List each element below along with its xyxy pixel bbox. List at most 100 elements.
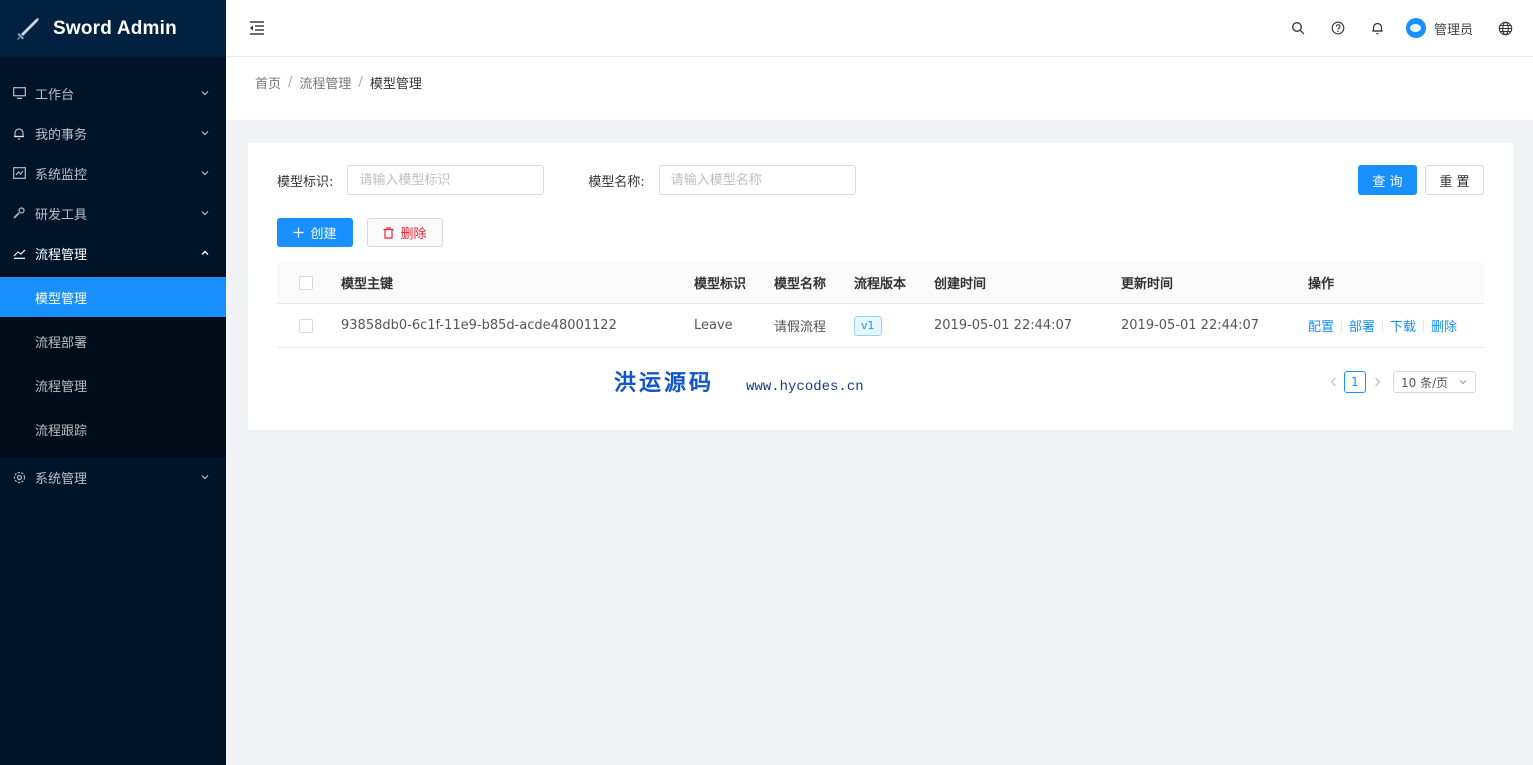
breadcrumb-process-management[interactable]: 流程管理 xyxy=(299,73,351,92)
sidebar-item-my-affairs[interactable]: 我的事务 xyxy=(0,113,226,153)
column-header: 更新时间 xyxy=(1121,277,1174,292)
config-link[interactable]: 配置 xyxy=(1308,316,1334,335)
logo[interactable]: Sword Admin xyxy=(0,0,226,57)
breadcrumb-separator: / xyxy=(288,75,293,90)
sidebar-menu: 工作台 我的事务 系统监控 研发工具 流程管理 模型管理 流程部署 流程管理 流… xyxy=(0,57,226,497)
column-header: 模型主键 xyxy=(341,277,394,292)
sidebar-item-label: 研发工具 xyxy=(35,207,88,223)
breadcrumb-home[interactable]: 首页 xyxy=(255,73,281,92)
page-size-value: 10 条/页 xyxy=(1401,375,1449,390)
column-header: 模型名称 xyxy=(774,277,827,292)
sidebar-item-label: 系统管理 xyxy=(35,471,88,487)
globe-icon[interactable] xyxy=(1485,0,1525,56)
page-size-select[interactable]: 10 条/页 xyxy=(1393,371,1476,393)
sword-logo-icon xyxy=(17,17,39,40)
query-button[interactable]: 查 询 xyxy=(1358,165,1417,195)
submenu-item-process-manage[interactable]: 流程管理 xyxy=(0,365,226,405)
reset-button[interactable]: 重 置 xyxy=(1425,165,1484,195)
question-icon[interactable] xyxy=(1318,0,1358,56)
header-actions: 管理员 xyxy=(1278,0,1533,56)
delete-link[interactable]: 删除 xyxy=(1431,316,1457,335)
line-chart-icon xyxy=(12,246,26,260)
create-button-label: 创建 xyxy=(310,227,337,242)
cell-model-name: 请假流程 xyxy=(774,320,827,335)
sidebar-item-label: 流程管理 xyxy=(35,247,88,263)
watermark-url: www.hycodes.cn xyxy=(746,379,864,395)
plus-icon xyxy=(293,227,304,238)
chevron-down-icon xyxy=(201,91,209,96)
search-buttons: 查 询 重 置 xyxy=(1358,165,1484,195)
chevron-up-icon xyxy=(201,250,209,255)
sidebar-item-dev-tools[interactable]: 研发工具 xyxy=(0,193,226,233)
table-header: 模型主键 模型标识 模型名称 流程版本 创建时间 更新时间 操作 xyxy=(277,262,1484,304)
search-icon[interactable] xyxy=(1278,0,1318,56)
sidebar-item-label: 我的事务 xyxy=(35,127,88,143)
table-row: 93858db0-6c1f-11e9-b85d-acde48001122 Lea… xyxy=(277,304,1484,348)
gear-icon xyxy=(12,470,26,484)
user-name: 管理员 xyxy=(1433,22,1473,38)
prev-page-icon[interactable] xyxy=(1325,371,1341,393)
bell-icon[interactable] xyxy=(1358,0,1398,56)
pagination: 1 10 条/页 xyxy=(1325,371,1476,393)
column-header: 流程版本 xyxy=(854,277,907,292)
trash-icon xyxy=(383,226,394,239)
submenu-item-model-management[interactable]: 模型管理 xyxy=(0,277,226,317)
app-title: Sword Admin xyxy=(53,17,177,39)
row-operations: 配置 部署 下载 删除 xyxy=(1308,316,1484,335)
user-menu[interactable]: 管理员 xyxy=(1398,0,1485,56)
sidebar-item-process-management[interactable]: 流程管理 xyxy=(0,233,226,273)
submenu-item-process-deploy[interactable]: 流程部署 xyxy=(0,321,226,361)
create-button[interactable]: 创建 xyxy=(277,218,353,247)
column-header: 操作 xyxy=(1308,277,1335,292)
cell-updated-time: 2019-05-01 22:44:07 xyxy=(1121,318,1260,333)
next-page-icon[interactable] xyxy=(1369,371,1385,393)
monitor-chart-icon xyxy=(12,166,26,180)
breadcrumb: 首页 / 流程管理 / 模型管理 xyxy=(255,73,1504,92)
menu-fold-icon[interactable] xyxy=(248,19,266,37)
model-table: 模型主键 模型标识 模型名称 流程版本 创建时间 更新时间 操作 93858db… xyxy=(277,262,1484,348)
chevron-down-icon xyxy=(201,475,209,480)
tool-icon xyxy=(12,206,26,220)
chevron-down-icon xyxy=(201,171,209,176)
chevron-down-icon xyxy=(1459,380,1467,385)
sidebar-item-workbench[interactable]: 工作台 xyxy=(0,73,226,113)
model-name-label: 模型名称: xyxy=(588,174,645,190)
process-submenu: 模型管理 流程部署 流程管理 流程跟踪 xyxy=(0,273,226,457)
cell-model-key: Leave xyxy=(694,318,733,333)
page-number[interactable]: 1 xyxy=(1344,371,1366,393)
avatar xyxy=(1405,18,1426,38)
bell-icon xyxy=(12,126,26,140)
submenu-item-process-trace[interactable]: 流程跟踪 xyxy=(0,409,226,449)
column-header: 创建时间 xyxy=(934,277,987,292)
cell-created-time: 2019-05-01 22:44:07 xyxy=(934,318,1073,333)
page-header: 首页 / 流程管理 / 模型管理 xyxy=(226,57,1533,120)
watermark: 洪运源码 www.hycodes.cn xyxy=(614,365,864,397)
desktop-icon xyxy=(12,86,26,100)
delete-button[interactable]: 删除 xyxy=(367,218,443,247)
chevron-down-icon xyxy=(201,131,209,136)
delete-button-label: 删除 xyxy=(400,227,427,242)
sidebar-item-system-management[interactable]: 系统管理 xyxy=(0,457,226,497)
sidebar-item-system-monitor[interactable]: 系统监控 xyxy=(0,153,226,193)
sidebar-item-label: 工作台 xyxy=(35,87,75,103)
deploy-link[interactable]: 部署 xyxy=(1349,316,1375,335)
model-key-label: 模型标识: xyxy=(277,174,334,190)
cell-model-id: 93858db0-6c1f-11e9-b85d-acde48001122 xyxy=(341,318,617,333)
download-link[interactable]: 下载 xyxy=(1390,316,1416,335)
sidebar: Sword Admin 工作台 我的事务 系统监控 研发工具 流程管理 模型管理… xyxy=(0,0,226,765)
select-all-checkbox[interactable] xyxy=(299,275,313,290)
watermark-text: 洪运源码 xyxy=(614,370,715,396)
column-header: 模型标识 xyxy=(694,277,747,292)
search-form: 模型标识: 模型名称: 查 询 重 置 xyxy=(277,165,1484,195)
breadcrumb-current: 模型管理 xyxy=(369,77,422,92)
top-header: 管理员 xyxy=(226,0,1533,57)
version-tag: v1 xyxy=(854,315,882,336)
table-actions: 创建 删除 xyxy=(277,218,443,247)
model-name-input[interactable] xyxy=(658,165,856,195)
chevron-down-icon xyxy=(201,211,209,216)
model-key-input[interactable] xyxy=(347,165,545,195)
row-checkbox[interactable] xyxy=(299,318,313,333)
content-card: 模型标识: 模型名称: 查 询 重 置 创建 删除 模型主键 模型标识 模 xyxy=(248,143,1513,430)
sidebar-item-label: 系统监控 xyxy=(35,167,88,183)
breadcrumb-separator: / xyxy=(358,75,363,90)
